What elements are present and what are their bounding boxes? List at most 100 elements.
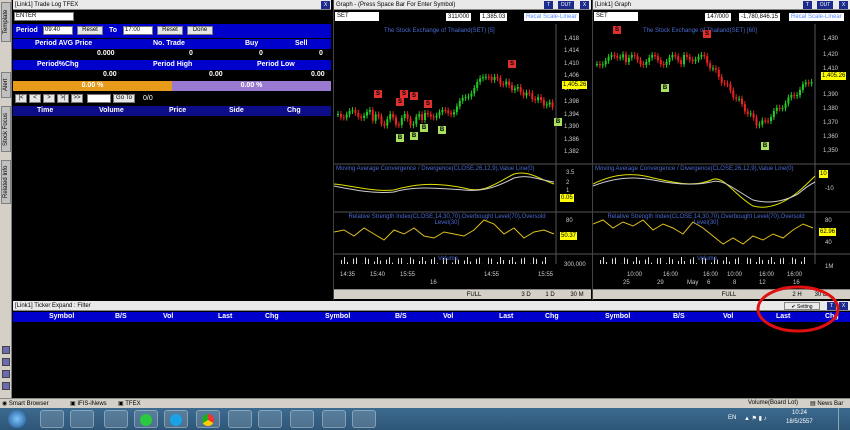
ticker-col-last[interactable]: Last: [218, 312, 232, 322]
sidetab-related-info[interactable]: Related Info: [1, 160, 11, 204]
period-avg-price-header: Period AVG Price: [35, 40, 93, 47]
graph1-chart-area[interactable]: [334, 24, 592, 264]
col-side[interactable]: Side: [229, 106, 244, 116]
first-page-button[interactable]: |<: [15, 94, 27, 103]
media-player-icon[interactable]: [70, 410, 94, 428]
volume-bar: [729, 261, 730, 264]
last-page-button[interactable]: >|: [57, 94, 69, 103]
ticker-col-vol[interactable]: Vol: [443, 312, 453, 322]
app-icon-1[interactable]: [228, 410, 252, 428]
ticker-col-symbol[interactable]: Symbol: [49, 312, 74, 322]
volume-bar: [500, 257, 501, 264]
ticker-col-vol[interactable]: Vol: [163, 312, 173, 322]
ticker-col-vol[interactable]: Vol: [723, 312, 733, 322]
side-icon-3[interactable]: [2, 370, 10, 378]
volume-bar: [377, 257, 378, 264]
graph2-out-button[interactable]: OUT: [817, 1, 833, 9]
sidetab-stock-focus[interactable]: Stock Focus: [1, 106, 11, 152]
goto-button[interactable]: Go To: [113, 94, 135, 103]
graph2-full-button[interactable]: FULL: [719, 291, 739, 299]
word-icon[interactable]: [290, 410, 314, 428]
powerpoint-icon[interactable]: [322, 410, 346, 428]
col-price[interactable]: Price: [169, 106, 186, 116]
app-icon-2[interactable]: [258, 410, 282, 428]
tray-icons[interactable]: ▲ ⚑ ▮ ♪: [744, 415, 767, 422]
show-desktop-button[interactable]: [838, 408, 850, 430]
graph2-recal-scale[interactable]: Recal Scale-Linear: [789, 13, 844, 21]
side-icon-1[interactable]: [2, 346, 10, 354]
start-button[interactable]: [8, 410, 26, 428]
reset-to-button[interactable]: Reset: [157, 26, 183, 35]
trade-log-symbol-input[interactable]: ENTER: [14, 12, 74, 21]
graph1-full-button[interactable]: FULL: [464, 291, 484, 299]
done-button[interactable]: Done: [187, 26, 213, 35]
page-skip-button[interactable]: >>: [71, 94, 83, 103]
graph2-close-button[interactable]: X: [839, 1, 848, 9]
clock-date[interactable]: 18/5/2557: [786, 419, 813, 425]
graph1-symbol-select[interactable]: SET: [335, 12, 379, 21]
ticker-col-bs[interactable]: B/S: [673, 312, 685, 322]
graph2-chart-area[interactable]: [593, 24, 850, 264]
graph1-t-button[interactable]: T: [544, 1, 553, 9]
volume-bar: [347, 262, 348, 264]
graph2-t-button[interactable]: T: [803, 1, 812, 9]
candle-body: [461, 97, 464, 101]
ticker-col-symbol[interactable]: Symbol: [325, 312, 350, 322]
graph1-macd-title: Moving Average Convergence / Divergence(…: [336, 166, 535, 172]
volume-bar: [515, 262, 516, 264]
ifis-news-item[interactable]: ▣ IFIS-iNews: [70, 400, 107, 407]
period-from-input[interactable]: 09:40: [43, 26, 73, 35]
skype-icon[interactable]: [164, 410, 188, 428]
graph1-recal-scale[interactable]: Recal Scale-Linear: [524, 13, 579, 21]
volume-bar: [672, 259, 673, 264]
prev-page-button[interactable]: <: [29, 94, 41, 103]
candle-body: [484, 76, 487, 78]
tfex-item[interactable]: ▣ TFEX: [118, 400, 141, 407]
smart-browser-item[interactable]: ◉ Smart Browser: [2, 400, 49, 407]
buy-signal-marker: B: [420, 124, 428, 132]
graph1-close-button[interactable]: X: [580, 1, 589, 9]
explorer-icon[interactable]: [40, 410, 64, 428]
ticker-col-bs[interactable]: B/S: [115, 312, 127, 322]
buy-signal-marker: B: [661, 84, 669, 92]
candle-body: [537, 97, 540, 101]
candle-body: [752, 113, 755, 118]
ticker-col-last[interactable]: Last: [499, 312, 513, 322]
side-icon-4[interactable]: [2, 382, 10, 390]
ticker-col-chg[interactable]: Chg: [265, 312, 279, 322]
col-chg[interactable]: Chg: [287, 106, 301, 116]
side-icon-2[interactable]: [2, 358, 10, 366]
volume-bar: [660, 257, 661, 264]
graph2-symbol-select[interactable]: SET: [594, 12, 638, 21]
period-to-input[interactable]: 17:00: [123, 26, 153, 35]
volume-board-lot-item[interactable]: Volume(Board Lot): [748, 400, 798, 406]
news-bar-item[interactable]: ▤ News Bar: [810, 400, 843, 407]
folder-icon[interactable]: [104, 410, 128, 428]
reset-from-button[interactable]: Reset: [77, 26, 103, 35]
candle-body: [357, 112, 360, 117]
chrome-icon[interactable]: [196, 410, 220, 428]
language-indicator[interactable]: EN: [728, 415, 736, 421]
col-volume[interactable]: Volume: [99, 106, 124, 116]
sidetab-alert[interactable]: Alert: [1, 72, 11, 98]
graph1-out-button[interactable]: OUT: [558, 1, 574, 9]
candle-body: [659, 60, 662, 65]
graph1-1d-button[interactable]: 1 D: [542, 291, 558, 299]
clock-time[interactable]: 10:24: [792, 410, 807, 416]
app-icon-3[interactable]: [352, 410, 376, 428]
sidetab-template[interactable]: Template: [1, 2, 11, 42]
ticker-col-chg[interactable]: Chg: [545, 312, 559, 322]
graph1-3d-button[interactable]: 3 D: [518, 291, 534, 299]
graph1-30m-button[interactable]: 30 M: [566, 291, 588, 299]
next-page-button[interactable]: >: [43, 94, 55, 103]
ticker-col-bs[interactable]: B/S: [395, 312, 407, 322]
line-app-icon[interactable]: [134, 410, 158, 428]
candle-body: [354, 110, 357, 113]
page-number-input[interactable]: [87, 94, 111, 103]
col-time[interactable]: Time: [37, 106, 53, 116]
candle-body: [502, 84, 505, 86]
trade-log-close-button[interactable]: X: [321, 1, 330, 9]
volume-bar: [476, 258, 477, 264]
ticker-col-symbol[interactable]: Symbol: [605, 312, 630, 322]
volume-bar: [648, 257, 649, 264]
